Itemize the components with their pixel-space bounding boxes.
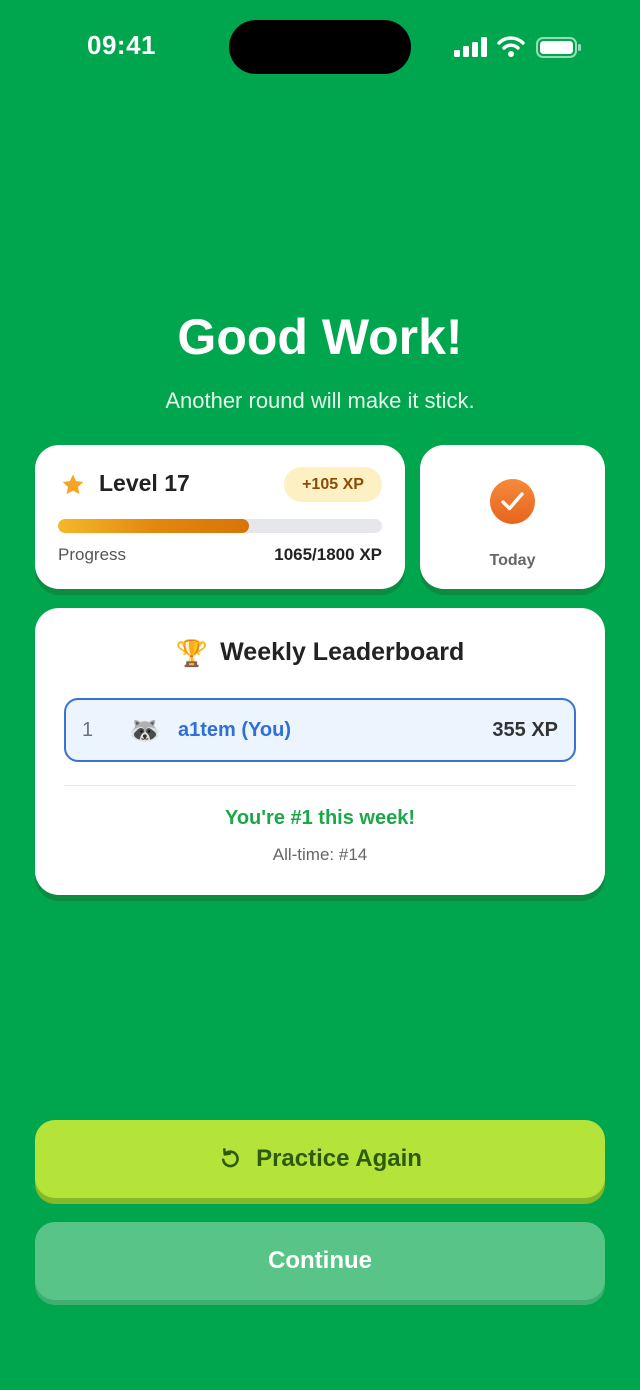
practice-again-label: Practice Again bbox=[256, 1145, 422, 1172]
leaderboard-row[interactable]: 1 🦝 a1tem (You) 355 XP bbox=[64, 698, 576, 762]
today-label: Today bbox=[489, 552, 536, 569]
status-time: 09:41 bbox=[87, 30, 156, 60]
leaderboard-rank: 1 bbox=[82, 719, 94, 741]
today-streak-card: Today bbox=[420, 445, 605, 589]
leaderboard-title: Weekly Leaderboard bbox=[220, 638, 465, 666]
trophy-icon: 🏆 bbox=[175, 637, 209, 668]
raccoon-avatar-icon: 🦝 bbox=[128, 715, 162, 745]
level-label: Level 17 bbox=[99, 470, 190, 496]
leaderboard-username: a1tem (You) bbox=[178, 719, 291, 741]
page-title: Good Work! bbox=[177, 309, 463, 365]
page-subtitle: Another round will make it stick. bbox=[165, 388, 475, 413]
retry-icon bbox=[221, 1148, 239, 1168]
weekly-rank-message: You're #1 this week! bbox=[224, 807, 415, 829]
status-bar: 09:41 bbox=[0, 0, 640, 96]
weekly-leaderboard-card: 🏆 Weekly Leaderboard 1 🦝 a1tem (You) 355… bbox=[35, 608, 605, 895]
continue-button[interactable]: Continue bbox=[35, 1222, 605, 1300]
star-icon bbox=[62, 474, 84, 495]
alltime-rank: All-time: #14 bbox=[272, 845, 368, 864]
battery-icon bbox=[536, 37, 581, 58]
practice-again-button[interactable]: Practice Again bbox=[35, 1120, 605, 1198]
level-card: Level 17 +105 XP Progress 1065/1800 XP bbox=[35, 445, 405, 589]
leaderboard-xp: 355 XP bbox=[492, 719, 558, 741]
cellular-signal-icon bbox=[454, 37, 487, 57]
wifi-icon bbox=[497, 36, 525, 57]
leaderboard-header: 🏆 Weekly Leaderboard bbox=[35, 638, 605, 667]
level-progress-bar bbox=[58, 519, 382, 533]
dynamic-island bbox=[229, 20, 411, 74]
checkmark-circle-icon bbox=[490, 479, 535, 524]
level-progress-fill bbox=[58, 519, 250, 533]
continue-label: Continue bbox=[268, 1247, 372, 1274]
progress-label: Progress bbox=[58, 545, 127, 564]
divider bbox=[64, 785, 576, 786]
progress-value: 1065/1800 XP bbox=[274, 545, 382, 564]
xp-gained-badge: +105 XP bbox=[284, 467, 382, 502]
